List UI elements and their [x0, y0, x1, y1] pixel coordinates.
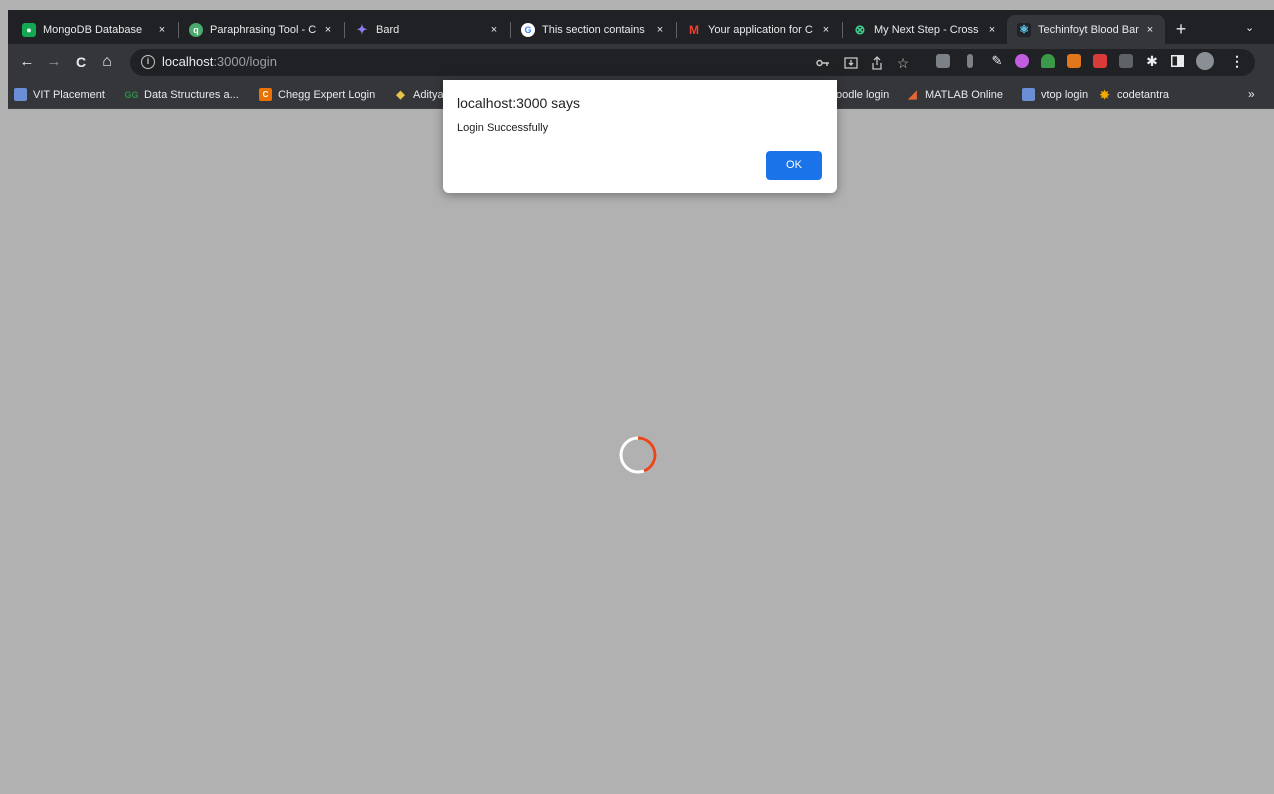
tab-close-icon[interactable]: ×	[985, 24, 999, 36]
tab-google[interactable]: G This section contains ×	[511, 15, 675, 44]
bookmark-label: Chegg Expert Login	[278, 88, 376, 101]
google-icon: G	[521, 22, 535, 37]
tab-close-icon[interactable]: ×	[321, 24, 335, 36]
bookmark-chegg[interactable]: C Chegg Expert Login	[259, 86, 375, 103]
tab-title: Your application for C	[708, 23, 813, 36]
tab-close-icon[interactable]: ×	[487, 24, 501, 36]
tab-bard[interactable]: ✦ Bard ×	[345, 15, 509, 44]
password-key-icon[interactable]	[814, 54, 832, 72]
profile-avatar[interactable]	[1196, 52, 1214, 70]
browser-toolbar: ← → C ⌂ i localhost:3000/login ☆ ✎ ✱ ⋮	[8, 44, 1274, 80]
bookmark-label: oodle login	[836, 88, 890, 101]
eyedropper-icon[interactable]: ✎	[988, 52, 1006, 70]
metamask-icon[interactable]	[1067, 54, 1081, 68]
bookmark-label: codetantra	[1117, 88, 1169, 101]
bookmark-label: MATLAB Online	[925, 88, 1004, 101]
extension-bottle-icon[interactable]	[967, 54, 973, 68]
quillbot-icon: q	[189, 22, 203, 37]
bookmark-label: Data Structures a...	[144, 88, 239, 101]
codetantra-icon: ✸	[1099, 87, 1110, 102]
bookmark-vit-placement[interactable]: VIT Placement	[14, 86, 105, 103]
back-arrow-icon[interactable]: ←	[16, 51, 38, 73]
dialog-message: Login Successfully	[457, 122, 549, 134]
forward-arrow-icon[interactable]: →	[43, 51, 65, 73]
crossover-icon: ⊗	[854, 21, 866, 37]
tab-crossover[interactable]: ⊗ My Next Step - Cross ×	[843, 15, 1007, 44]
tab-close-icon[interactable]: ×	[653, 24, 667, 36]
loading-spinner	[619, 436, 657, 474]
page-content	[8, 109, 1274, 794]
extension-hat-icon[interactable]	[1119, 54, 1133, 68]
bookmarks-overflow-chevron-icon[interactable]: »	[1248, 87, 1255, 101]
bookmark-label: Aditya	[413, 88, 444, 101]
tab-close-icon[interactable]: ×	[819, 24, 833, 36]
extension-purple-icon[interactable]	[1015, 54, 1029, 68]
diamond-icon: ◆	[396, 89, 405, 101]
bookmark-vtop[interactable]: vtop login	[1022, 86, 1088, 103]
tab-close-icon[interactable]: ×	[1143, 24, 1157, 36]
gmail-icon: M	[689, 22, 699, 37]
vit-icon	[14, 88, 27, 101]
tab-title: Techinfoyt Blood Ban	[1038, 23, 1139, 36]
browser-window: ● MongoDB Database × q Paraphrasing Tool…	[8, 10, 1274, 794]
tab-techinfoyt-active[interactable]: ⚛ Techinfoyt Blood Ban ×	[1007, 15, 1165, 44]
url-host: localhost	[162, 54, 214, 69]
tab-search-chevron-icon[interactable]: ⌄	[1245, 21, 1254, 34]
bookmark-aditya[interactable]: ◆ Aditya	[394, 86, 444, 103]
tab-close-icon[interactable]: ×	[155, 24, 169, 36]
matlab-icon: ◢	[908, 89, 917, 101]
bookmark-label: VIT Placement	[33, 88, 105, 101]
tab-title: My Next Step - Cross	[874, 23, 979, 36]
tab-strip: ● MongoDB Database × q Paraphrasing Tool…	[8, 10, 1274, 44]
menu-kebab-icon[interactable]: ⋮	[1228, 52, 1246, 70]
bookmark-matlab[interactable]: ◢ MATLAB Online	[906, 86, 1003, 103]
extensions-puzzle-icon[interactable]: ✱	[1143, 52, 1161, 70]
bookmark-codetantra[interactable]: ✸ codetantra	[1098, 86, 1169, 103]
tab-title: MongoDB Database	[43, 23, 143, 36]
tab-title: Paraphrasing Tool - C	[210, 23, 317, 36]
tab-title: Bard	[376, 23, 400, 36]
tab-mongodb[interactable]: ● MongoDB Database ×	[12, 15, 177, 44]
tab-paraphrasing[interactable]: q Paraphrasing Tool - C ×	[179, 15, 343, 44]
url-path: :3000/login	[213, 54, 277, 69]
vtop-icon	[1022, 88, 1035, 101]
reload-icon[interactable]: C	[70, 51, 92, 73]
home-icon[interactable]: ⌂	[96, 51, 118, 73]
bookmark-star-icon[interactable]: ☆	[894, 54, 912, 72]
new-tab-button[interactable]: +	[1170, 19, 1192, 41]
site-info-icon[interactable]: i	[141, 55, 155, 69]
extension-tree-icon[interactable]	[1041, 54, 1055, 68]
extension-k-icon[interactable]	[936, 54, 950, 68]
ok-button[interactable]: OK	[766, 151, 822, 180]
url-text[interactable]: localhost:3000/login	[162, 54, 277, 69]
bookmark-moodle[interactable]: oodle login	[836, 86, 889, 103]
address-bar[interactable]: i localhost:3000/login ☆	[130, 49, 1255, 76]
share-icon[interactable]	[868, 54, 886, 72]
dialog-title: localhost:3000 says	[457, 95, 580, 111]
side-panel-icon[interactable]	[1168, 52, 1186, 70]
install-app-icon[interactable]	[842, 54, 860, 72]
chegg-icon: C	[259, 88, 272, 101]
alert-dialog: localhost:3000 says Login Successfully O…	[443, 80, 837, 193]
react-icon: ⚛	[1017, 22, 1031, 37]
extension-red-icon[interactable]	[1093, 54, 1107, 68]
mongodb-icon: ●	[22, 22, 36, 37]
bookmark-label: vtop login	[1041, 88, 1089, 101]
bard-sparkle-icon: ✦	[356, 21, 368, 37]
bookmark-data-structures[interactable]: GG Data Structures a...	[125, 86, 239, 103]
tab-title: This section contains	[542, 23, 645, 36]
gfg-icon: GG	[124, 89, 139, 100]
tab-gmail[interactable]: M Your application for C ×	[677, 15, 841, 44]
